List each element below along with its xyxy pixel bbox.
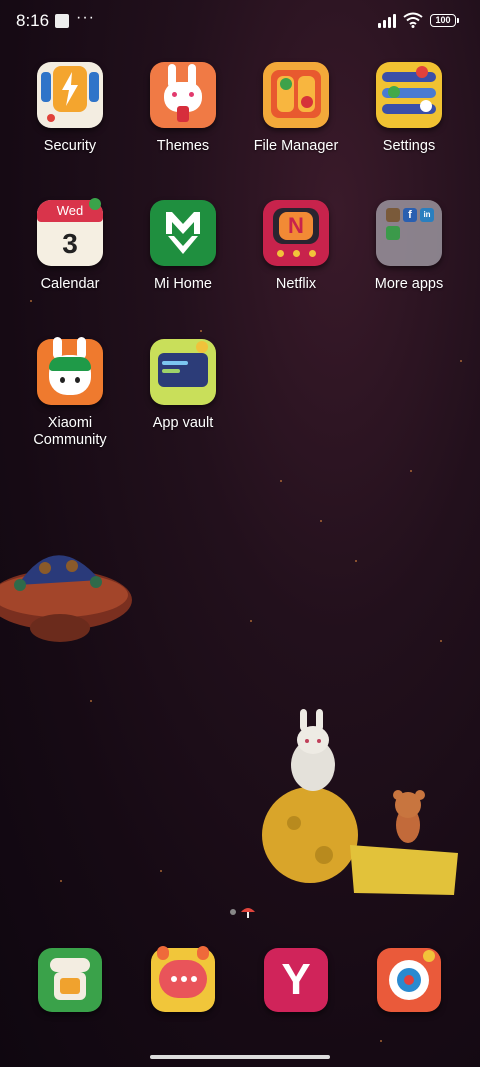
app-vault-icon bbox=[150, 339, 216, 405]
calendar-day: 3 bbox=[62, 228, 78, 259]
moon-bunny-illustration bbox=[262, 709, 458, 895]
netflix-glyph: N bbox=[279, 212, 313, 240]
phone-icon[interactable] bbox=[38, 948, 102, 1012]
signal-icon bbox=[378, 14, 398, 28]
status-time: 8:16 bbox=[16, 11, 50, 30]
themes-icon bbox=[150, 62, 216, 128]
page-indicator[interactable] bbox=[229, 906, 257, 920]
app-label: File Manager bbox=[253, 138, 339, 154]
app-mi-home[interactable]: Mi Home bbox=[127, 200, 239, 293]
calendar-icon: Wed 3 bbox=[37, 198, 103, 266]
mi-home-icon bbox=[150, 200, 216, 266]
camera-icon[interactable] bbox=[377, 948, 441, 1012]
app-label: Settings bbox=[382, 138, 436, 154]
more-notifications-icon: ··· bbox=[76, 9, 95, 26]
app-label: More apps bbox=[374, 276, 444, 292]
app-label: App vault bbox=[152, 415, 214, 431]
ufo-illustration bbox=[0, 555, 132, 642]
app-label: Calendar bbox=[40, 276, 100, 292]
folder-more-apps[interactable]: f in More apps bbox=[353, 200, 465, 293]
folder-icon: f in bbox=[376, 200, 442, 266]
notification-icon bbox=[55, 14, 69, 28]
app-calendar[interactable]: Wed 3 Calendar bbox=[14, 198, 126, 293]
security-icon bbox=[37, 62, 103, 128]
app-xiaomi-community[interactable]: Xiaomi Community bbox=[14, 337, 126, 449]
app-label: Xiaomi Community bbox=[33, 415, 107, 448]
app-themes[interactable]: Themes bbox=[127, 62, 239, 155]
gear-icon bbox=[376, 62, 442, 128]
wifi-icon bbox=[403, 12, 423, 28]
app-app-vault[interactable]: App vault bbox=[127, 339, 239, 432]
home-indicator[interactable] bbox=[150, 1055, 330, 1059]
xiaomi-community-icon bbox=[37, 337, 103, 405]
status-bar: 8:16 ··· 100 bbox=[0, 0, 480, 42]
app-label: Security bbox=[43, 138, 97, 154]
app-label: Mi Home bbox=[153, 276, 212, 292]
messaging-icon[interactable] bbox=[151, 946, 215, 1012]
app-file-manager[interactable]: File Manager bbox=[240, 62, 352, 155]
browser-glyph: Y bbox=[281, 955, 311, 1004]
netflix-icon: N bbox=[263, 200, 329, 266]
app-security[interactable]: Security bbox=[14, 62, 126, 155]
folder-icon bbox=[263, 62, 329, 128]
browser-icon[interactable]: Y bbox=[264, 948, 328, 1012]
app-netflix[interactable]: N Netflix bbox=[240, 200, 352, 293]
app-label: Themes bbox=[156, 138, 210, 154]
battery-icon: 100 bbox=[430, 14, 459, 27]
app-label: Netflix bbox=[275, 276, 317, 292]
app-settings[interactable]: Settings bbox=[353, 62, 465, 155]
